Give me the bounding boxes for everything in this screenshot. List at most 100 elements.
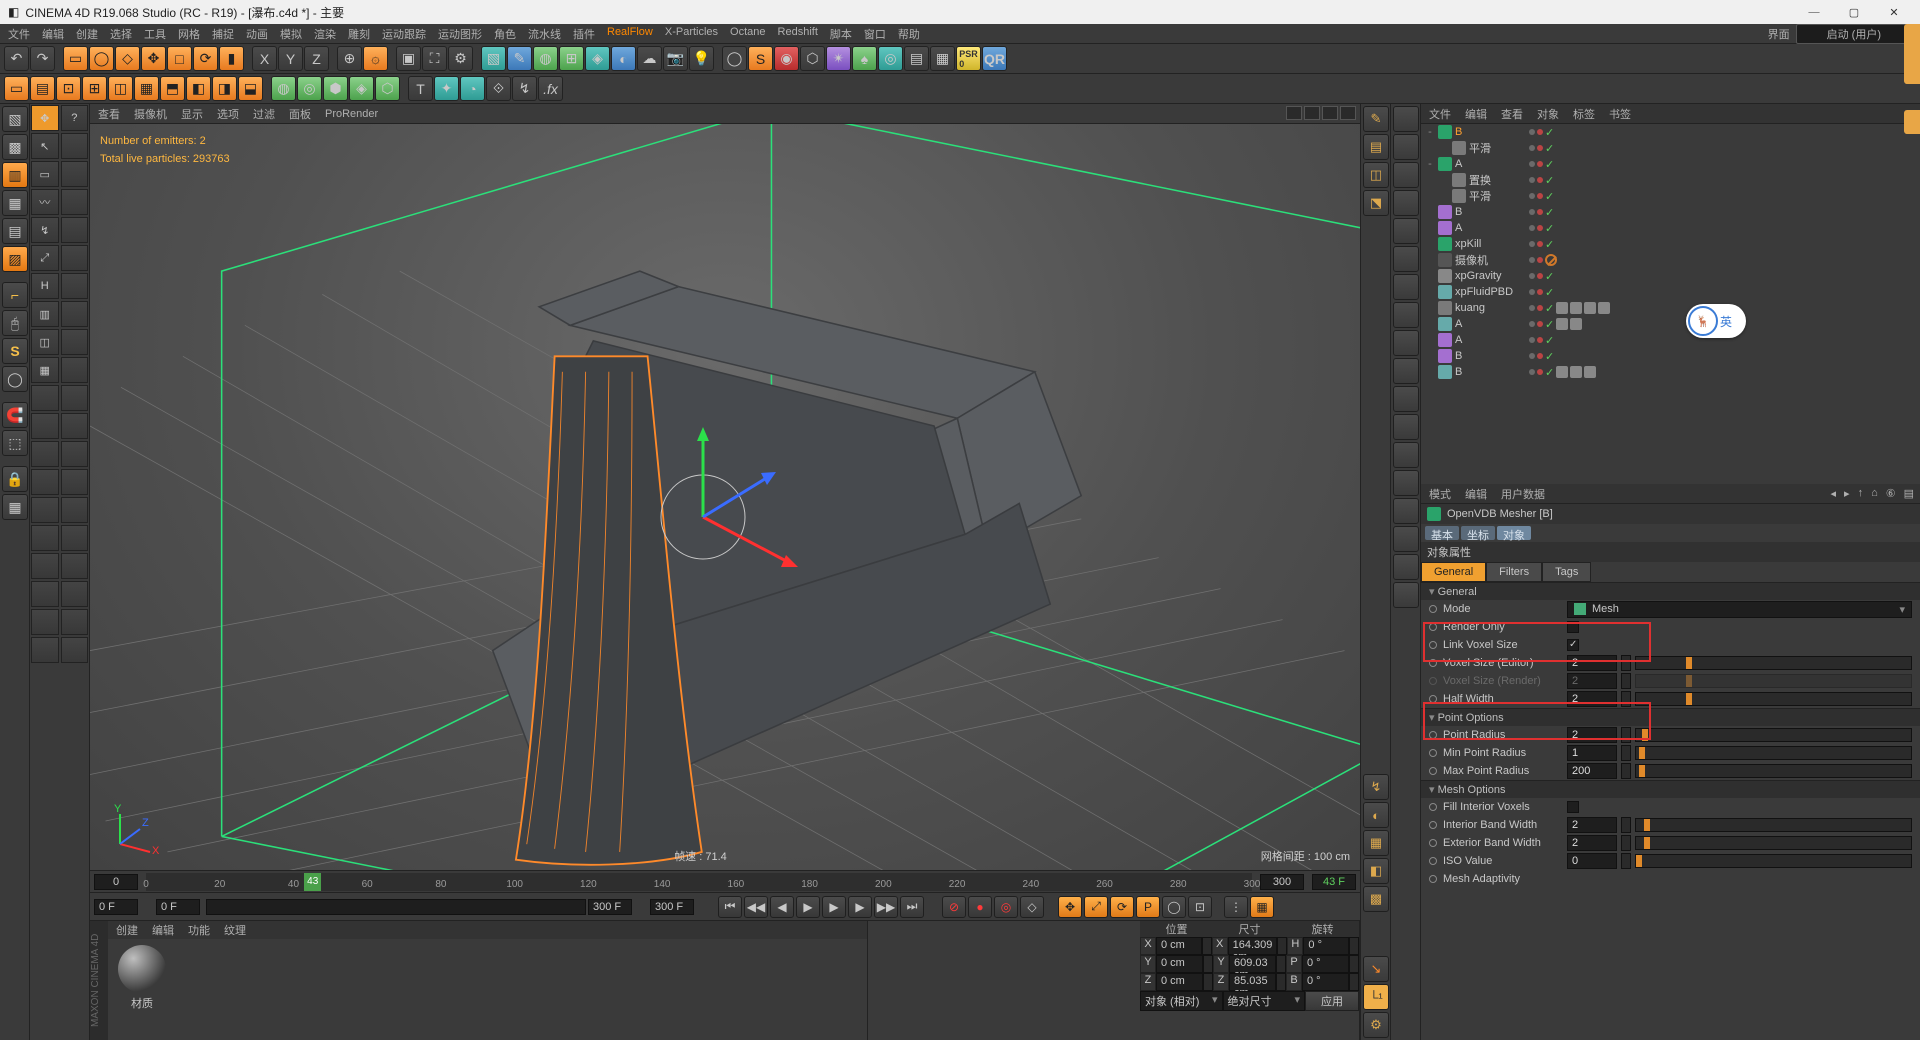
et-29[interactable]: [31, 525, 59, 551]
rs-7[interactable]: ▦: [1363, 830, 1389, 856]
layout-dropdown[interactable]: 启动 (用户): [1796, 24, 1912, 44]
material-item[interactable]: 材质: [114, 945, 170, 1011]
menu-网格[interactable]: 网格: [178, 26, 200, 42]
menu-动画[interactable]: 动画: [246, 26, 268, 42]
tl-playhead[interactable]: 43: [304, 873, 321, 891]
attrtab-模式[interactable]: 模式: [1429, 486, 1451, 502]
tr-in1[interactable]: 0 F: [94, 899, 138, 915]
menu-流水线[interactable]: 流水线: [528, 26, 561, 42]
tr-out2[interactable]: 300 F: [650, 899, 694, 915]
sr-18[interactable]: [1393, 582, 1419, 608]
axis-o[interactable]: ◯: [2, 366, 28, 392]
t2-7[interactable]: ⬒: [160, 76, 185, 101]
et-28[interactable]: [61, 497, 89, 523]
axis-x[interactable]: X: [252, 46, 277, 71]
gen-subdiv[interactable]: ◈: [585, 46, 610, 71]
sr-1[interactable]: [1393, 106, 1419, 132]
sr-16[interactable]: [1393, 526, 1419, 552]
xp-2[interactable]: S: [748, 46, 773, 71]
t2-9[interactable]: ◨: [212, 76, 237, 101]
et-25[interactable]: [31, 469, 59, 495]
deformer[interactable]: ◐: [611, 46, 636, 71]
vpmenu-过滤[interactable]: 过滤: [253, 106, 275, 122]
sr-10[interactable]: [1393, 358, 1419, 384]
tr-in2[interactable]: 0 F: [156, 899, 200, 915]
xpr-spinner[interactable]: [1621, 763, 1631, 779]
pr-spinner[interactable]: [1621, 727, 1631, 743]
sr-11[interactable]: [1393, 386, 1419, 412]
pr-input[interactable]: 2: [1567, 727, 1617, 743]
sr-14[interactable]: [1393, 470, 1419, 496]
menu-脚本[interactable]: 脚本: [830, 26, 852, 42]
et-26[interactable]: [61, 469, 89, 495]
point-mode[interactable]: ▦: [2, 190, 28, 216]
et-3[interactable]: ▭: [31, 161, 59, 187]
tree-row[interactable]: 摄像机: [1421, 252, 1920, 268]
redo-button[interactable]: ↷: [30, 46, 55, 71]
iso-input[interactable]: 0: [1567, 853, 1617, 869]
t2-6[interactable]: ▦: [134, 76, 159, 101]
vpmenu-ProRender[interactable]: ProRender: [325, 108, 378, 120]
menu-角色[interactable]: 角色: [494, 26, 516, 42]
et-19[interactable]: [31, 385, 59, 411]
vpmenu-摄像机[interactable]: 摄像机: [134, 106, 167, 122]
menu-选择[interactable]: 选择: [110, 26, 132, 42]
scale-tool[interactable]: □: [167, 46, 192, 71]
rot-B[interactable]: 0 °: [1302, 973, 1349, 991]
menu-编辑[interactable]: 编辑: [42, 26, 64, 42]
vpmenu-面板[interactable]: 面板: [289, 106, 311, 122]
menu-Redshift[interactable]: Redshift: [778, 26, 818, 42]
subtab-对象[interactable]: 对象: [1497, 526, 1531, 540]
size-Y[interactable]: 609.03 cm: [1229, 955, 1276, 973]
subtab-坐标[interactable]: 坐标: [1461, 526, 1495, 540]
sr-5[interactable]: [1393, 218, 1419, 244]
xp-9[interactable]: ▦: [930, 46, 955, 71]
tr-rec1[interactable]: ⊘: [942, 896, 966, 918]
texture-mode[interactable]: ▩: [2, 134, 28, 160]
tree-row[interactable]: 平滑✓: [1421, 188, 1920, 204]
qr-button[interactable]: QR: [982, 46, 1007, 71]
rs-4[interactable]: ⬔: [1363, 190, 1389, 216]
model-mode[interactable]: ▧: [2, 106, 28, 132]
axis-y[interactable]: Y: [278, 46, 303, 71]
vp-nav-4[interactable]: [1340, 106, 1356, 120]
tree-row[interactable]: A✓: [1421, 316, 1920, 332]
et-22[interactable]: [61, 413, 89, 439]
t2-b1[interactable]: T: [408, 76, 433, 101]
et-23[interactable]: [31, 441, 59, 467]
menu-运动图形[interactable]: 运动图形: [438, 26, 482, 42]
tr-playrev[interactable]: ▶: [796, 896, 820, 918]
rs-11[interactable]: └¹: [1363, 984, 1389, 1010]
rot-H[interactable]: 0 °: [1303, 937, 1349, 955]
grid-plane[interactable]: ▦: [2, 494, 28, 520]
tree-row[interactable]: A✓: [1421, 332, 1920, 348]
menu-捕捉[interactable]: 捕捉: [212, 26, 234, 42]
move-tool[interactable]: ✥: [141, 46, 166, 71]
tr-k5[interactable]: ◯: [1162, 896, 1186, 918]
t2-g5[interactable]: ⬡: [375, 76, 400, 101]
et-35[interactable]: [31, 609, 59, 635]
tr-k7[interactable]: ⋮: [1224, 896, 1248, 918]
et-11[interactable]: H: [31, 273, 59, 299]
coord-sys[interactable]: ⊕: [337, 46, 362, 71]
poly-mode[interactable]: ▨: [2, 246, 28, 272]
tr-next[interactable]: ▶: [848, 896, 872, 918]
objtab-编辑[interactable]: 编辑: [1465, 106, 1487, 122]
tr-k2[interactable]: ⤢: [1084, 896, 1108, 918]
axis-z[interactable]: Z: [304, 46, 329, 71]
tr-rec2[interactable]: ●: [968, 896, 992, 918]
et-21[interactable]: [31, 413, 59, 439]
menu-文件[interactable]: 文件: [8, 26, 30, 42]
vp-nav-1[interactable]: [1286, 106, 1302, 120]
fiv-checkbox[interactable]: [1567, 801, 1579, 813]
attr-menu-icon[interactable]: ⑥: [1886, 487, 1896, 500]
xp-1[interactable]: ◯: [722, 46, 747, 71]
axis-cursor[interactable]: 🖰: [2, 310, 28, 336]
tree-row[interactable]: -A✓: [1421, 156, 1920, 172]
gen-array[interactable]: ⊞: [559, 46, 584, 71]
maximize-button[interactable]: ▢: [1836, 2, 1872, 22]
ibw-slider[interactable]: [1635, 818, 1912, 832]
menu-帮助[interactable]: 帮助: [898, 26, 920, 42]
environment[interactable]: ☁: [637, 46, 662, 71]
lasso-tool[interactable]: ◯: [89, 46, 114, 71]
